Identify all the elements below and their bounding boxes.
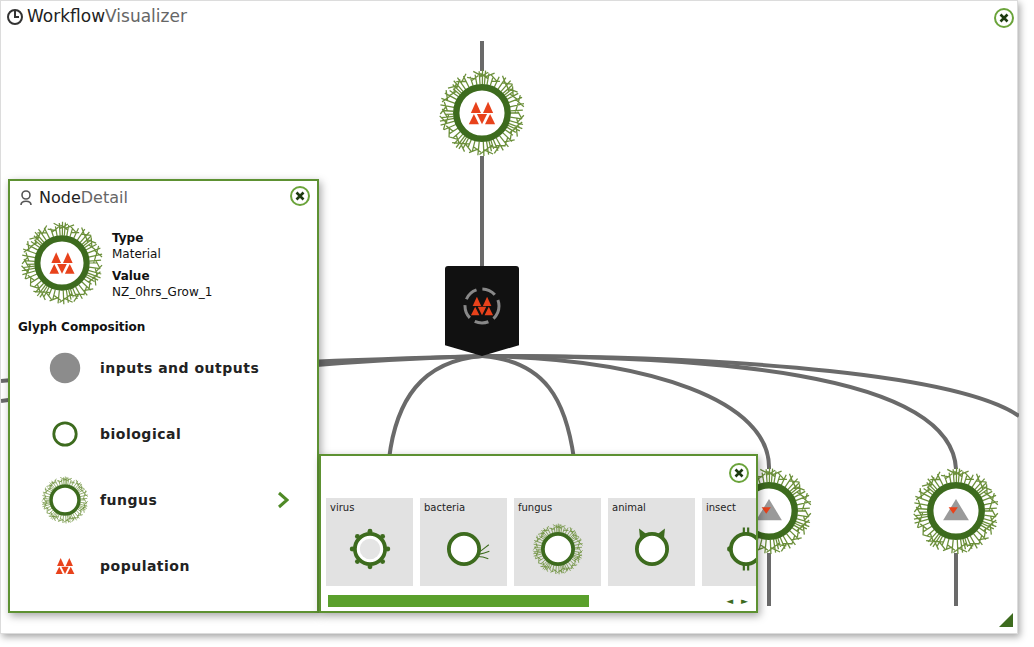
card-label: animal: [612, 501, 691, 514]
expand-chevron-icon[interactable]: [277, 491, 289, 509]
edge-line: [482, 356, 769, 469]
card-label: insect: [706, 501, 756, 514]
resize-handle-icon[interactable]: [999, 613, 1013, 627]
composition-label: fungus: [100, 492, 267, 508]
fungus-icon: [40, 474, 90, 526]
field-value: Material: [112, 246, 212, 262]
edge-line: [480, 156, 484, 269]
scroll-thumb[interactable]: [328, 595, 589, 607]
composition-label: inputs and outputs: [100, 360, 309, 376]
composition-row[interactable]: fungus: [18, 467, 309, 533]
detail-field: ValueNZ_0hrs_Grow_1: [112, 268, 212, 300]
edge-line: [482, 356, 574, 459]
io-icon: [45, 348, 85, 388]
scroll-track[interactable]: [328, 595, 718, 607]
palette-close-icon[interactable]: [728, 462, 750, 484]
field-value: NZ_0hrs_Grow_1: [112, 284, 212, 300]
card-label: virus: [330, 501, 409, 514]
card-label: bacteria: [424, 501, 503, 514]
palette-card[interactable]: fungus: [514, 498, 601, 586]
edge-line: [480, 41, 484, 71]
process-icon: [460, 284, 504, 328]
scroll-prev-button[interactable]: ◄: [726, 595, 733, 607]
palette-card[interactable]: bacteria: [420, 498, 507, 586]
edge-line: [954, 553, 958, 606]
composition-row: population: [18, 533, 309, 599]
population-icon: [50, 551, 80, 581]
palette-card[interactable]: animal: [608, 498, 695, 586]
fungus-node-icon: [436, 67, 528, 159]
fungus-node-icon: [910, 465, 1002, 557]
detail-field: TypeMaterial: [112, 230, 212, 262]
composition-row: biological: [18, 401, 309, 467]
window-title: WorkflowVisualizer: [27, 5, 187, 27]
composition-list: inputs and outputs biological fungus popula…: [18, 335, 309, 599]
material-node[interactable]: [910, 465, 1002, 557]
panel-header: NodeDetail: [18, 185, 309, 211]
animal-icon: [625, 522, 679, 576]
process-node[interactable]: [445, 266, 519, 356]
scroll-next-button[interactable]: ►: [741, 595, 748, 607]
fungus-icon: [531, 522, 585, 576]
window-close-icon[interactable]: [993, 7, 1015, 29]
composition-row: inputs and outputs: [18, 335, 309, 401]
detail-icon: [18, 189, 36, 207]
composition-label: biological: [100, 426, 309, 442]
material-node[interactable]: [436, 67, 528, 159]
edge-line: [389, 356, 482, 459]
node-detail-panel: NodeDetail TypeMaterial ValueNZ_0hrs_Grow_…: [8, 179, 319, 613]
field-label: Value: [112, 268, 212, 284]
virus-icon: [343, 522, 397, 576]
insect-icon: [719, 522, 757, 576]
composition-label: population: [100, 558, 309, 574]
palette-card[interactable]: insect: [702, 498, 756, 586]
edge-line: [767, 553, 771, 606]
glyph-palette-panel: virusbacteriafungusanimalinsect◄►: [319, 454, 758, 613]
biological-icon: [45, 414, 85, 454]
app-logo-icon: [6, 7, 24, 25]
edge-line: [482, 356, 1019, 416]
palette-cards: virus bacteria fungus animal insect: [321, 498, 756, 586]
palette-card[interactable]: virus: [326, 498, 413, 586]
page: WorkflowVisualizer NodeDetail TypeMaterial…: [0, 0, 1034, 647]
node-glyph-icon: [18, 219, 106, 307]
edge-line: [482, 356, 956, 469]
title-bar: WorkflowVisualizer: [1, 1, 1017, 31]
palette-scroll: ◄►: [321, 595, 756, 607]
card-label: fungus: [518, 501, 597, 514]
bacteria-icon: [437, 522, 491, 576]
field-label: Type: [112, 230, 212, 246]
workflow-window: WorkflowVisualizer NodeDetail TypeMaterial…: [0, 0, 1018, 634]
section-title: Glyph Composition: [18, 319, 309, 335]
panel-title: NodeDetail: [39, 186, 128, 210]
detail-close-icon[interactable]: [289, 185, 311, 207]
node-info: TypeMaterial ValueNZ_0hrs_Grow_1: [18, 219, 309, 307]
